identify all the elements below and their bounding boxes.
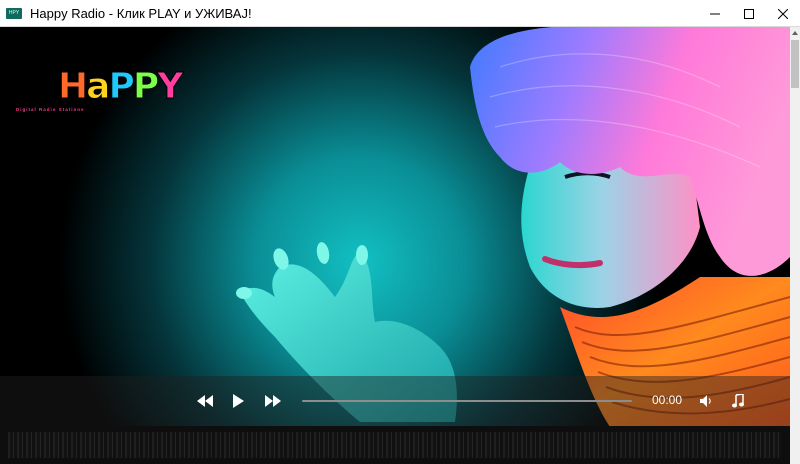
maximize-button[interactable] [732, 0, 766, 27]
time-display: 00:00 [652, 393, 683, 407]
playlist-button[interactable] [728, 376, 748, 426]
rewind-button[interactable] [192, 376, 218, 426]
play-button[interactable] [228, 376, 248, 426]
content-area: HaPPY Digital Radio Stations 00:00 [0, 27, 800, 464]
window-title: Happy Radio - Клик PLAY и УЖИВАЈ! [30, 6, 252, 21]
logo-text: HaPPY [57, 66, 183, 107]
station-list-blur [8, 432, 782, 458]
minimize-button[interactable] [698, 0, 732, 27]
scroll-up-arrow[interactable] [790, 27, 800, 39]
scroll-thumb[interactable] [791, 40, 799, 88]
logo-tagline: Digital Radio Stations [16, 107, 85, 112]
title-bar[interactable]: HPY Happy Radio - Клик PLAY и УЖИВАЈ! [0, 0, 800, 27]
progress-bar[interactable] [302, 400, 632, 402]
radio-app-icon: HPY [6, 8, 22, 19]
volume-button[interactable] [696, 376, 718, 426]
minimize-icon [710, 13, 720, 14]
close-icon [778, 8, 788, 19]
vertical-scrollbar[interactable] [790, 27, 800, 464]
fast-forward-button[interactable] [260, 376, 286, 426]
app-window: HPY Happy Radio - Клик PLAY и УЖИВАЈ! Ha… [0, 0, 800, 464]
play-icon [232, 394, 244, 408]
maximize-icon [744, 8, 754, 19]
volume-icon [700, 395, 711, 407]
bottom-strip [0, 426, 790, 464]
fast-forward-icon [265, 395, 281, 407]
rewind-icon [197, 395, 213, 407]
player-controls: 00:00 [0, 376, 790, 426]
music-note-icon [732, 394, 744, 408]
close-button[interactable] [766, 0, 800, 27]
chevron-up-icon [792, 31, 798, 35]
